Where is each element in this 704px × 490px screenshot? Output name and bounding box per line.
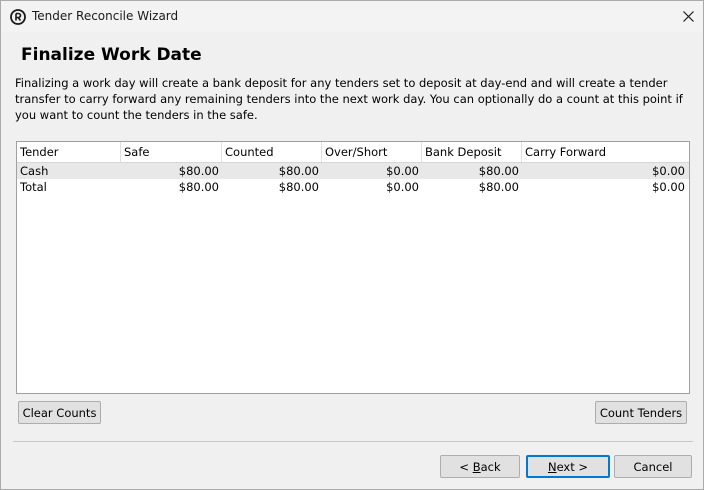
table-cell: $0.00 bbox=[652, 164, 685, 178]
column-header-counted[interactable]: Counted bbox=[222, 142, 322, 162]
next-button[interactable]: Next > bbox=[526, 455, 610, 478]
table-cell: $0.00 bbox=[386, 180, 419, 194]
table-cell: Total bbox=[20, 180, 47, 194]
table-cell: $0.00 bbox=[386, 164, 419, 178]
page-description: Finalizing a work day will create a bank… bbox=[15, 76, 683, 122]
table-cell: $80.00 bbox=[278, 164, 319, 178]
cancel-button[interactable]: Cancel bbox=[614, 455, 692, 478]
next-button-accel: N bbox=[547, 459, 557, 474]
app-logo-icon bbox=[10, 9, 26, 25]
column-header-over-short[interactable]: Over/Short bbox=[322, 142, 422, 162]
table-cell: Cash bbox=[20, 164, 49, 178]
clear-counts-button[interactable]: Clear Counts bbox=[18, 401, 101, 424]
column-header-tender[interactable]: Tender bbox=[17, 142, 121, 162]
table-cell: $0.00 bbox=[652, 180, 685, 194]
footer-divider bbox=[13, 441, 693, 442]
column-header-carry-forward[interactable]: Carry Forward bbox=[522, 142, 689, 162]
table-cell: $80.00 bbox=[178, 180, 219, 194]
tender-table[interactable]: Tender Safe Counted Over/Short Bank Depo… bbox=[16, 141, 690, 394]
table-row-total[interactable]: Total $80.00 $80.00 $0.00 $80.00 $0.00 bbox=[17, 179, 689, 195]
table-header: Tender Safe Counted Over/Short Bank Depo… bbox=[17, 142, 689, 163]
column-header-bank-deposit[interactable]: Bank Deposit bbox=[422, 142, 522, 162]
table-cell: $80.00 bbox=[178, 164, 219, 178]
table-cell: $80.00 bbox=[478, 180, 519, 194]
page-title: Finalize Work Date bbox=[21, 45, 202, 65]
window-title: Tender Reconcile Wizard bbox=[32, 9, 179, 23]
wizard-window: Tender Reconcile Wizard Finalize Work Da… bbox=[0, 0, 704, 490]
table-row-cash[interactable]: Cash $80.00 $80.00 $0.00 $80.00 $0.00 bbox=[17, 163, 689, 179]
title-bar: Tender Reconcile Wizard bbox=[1, 1, 703, 32]
table-cell: $80.00 bbox=[278, 180, 319, 194]
column-header-safe[interactable]: Safe bbox=[121, 142, 222, 162]
back-button-prefix: < bbox=[459, 459, 473, 474]
back-button-accel: B bbox=[472, 459, 481, 474]
close-button[interactable] bbox=[673, 1, 703, 32]
back-button-label: ack bbox=[480, 459, 501, 474]
back-button[interactable]: < Back bbox=[440, 455, 520, 478]
count-tenders-button[interactable]: Count Tenders bbox=[595, 401, 687, 424]
table-cell: $80.00 bbox=[478, 164, 519, 178]
next-button-label: ext > bbox=[556, 459, 589, 474]
close-icon bbox=[682, 11, 694, 22]
